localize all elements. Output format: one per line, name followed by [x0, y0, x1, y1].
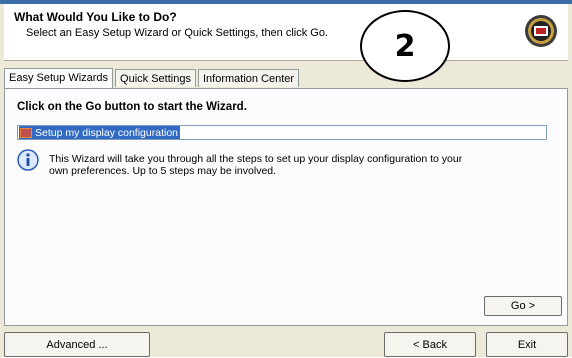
list-item[interactable]: Setup my display configuration [19, 126, 180, 139]
wizard-window: What Would You Like to Do? Select an Eas… [0, 0, 572, 357]
info-icon [17, 149, 39, 171]
step-number-badge: 2 [360, 10, 450, 82]
display-wizard-icon [20, 127, 32, 138]
list-item-label: Setup my display configuration [35, 126, 178, 139]
tab-information-center[interactable]: Information Center [197, 69, 300, 87]
tab-easy-setup-wizards[interactable]: Easy Setup Wizards [4, 68, 114, 88]
tab-bar: Easy Setup Wizards Quick Settings Inform… [4, 67, 301, 88]
ati-logo-icon [525, 15, 557, 47]
wizard-header: What Would You Like to Do? Select an Eas… [4, 4, 568, 61]
exit-button[interactable]: Exit [486, 332, 568, 357]
page-subtitle: Select an Easy Setup Wizard or Quick Set… [26, 27, 329, 39]
panel-heading: Click on the Go button to start the Wiza… [17, 101, 247, 113]
footer-bar: Advanced ... < Back Exit [4, 332, 568, 358]
wizard-panel: Click on the Go button to start the Wiza… [4, 88, 568, 326]
back-button[interactable]: < Back [384, 332, 476, 357]
go-button[interactable]: Go > [484, 296, 562, 316]
wizard-description: This Wizard will take you through all th… [49, 153, 463, 177]
tab-quick-settings[interactable]: Quick Settings [115, 69, 196, 87]
wizard-listbox[interactable]: Setup my display configuration [17, 125, 547, 140]
page-title: What Would You Like to Do? [14, 10, 177, 24]
advanced-button[interactable]: Advanced ... [4, 332, 150, 357]
